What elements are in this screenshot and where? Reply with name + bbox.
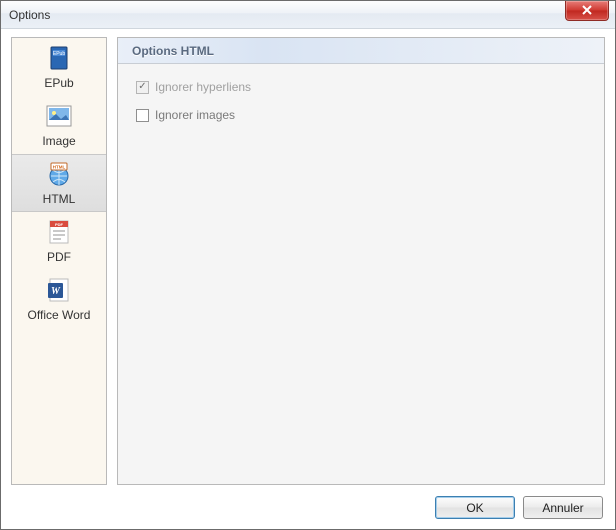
sidebar-item-label: EPub <box>44 76 73 90</box>
main-panel: Options HTML ✓ Ignorer hyperliens Ignore… <box>117 37 605 485</box>
svg-text:EPub: EPub <box>53 51 65 57</box>
options-body: ✓ Ignorer hyperliens Ignorer images <box>118 64 604 152</box>
sidebar-item-epub[interactable]: EPub EPub <box>12 38 106 96</box>
sidebar-item-word[interactable]: W Office Word <box>12 270 106 328</box>
ok-button[interactable]: OK <box>435 496 515 519</box>
sidebar-item-label: HTML <box>43 192 76 206</box>
option-label: Ignorer hyperliens <box>155 80 251 94</box>
html-icon: HTML <box>45 160 73 188</box>
sidebar-item-label: PDF <box>47 250 71 264</box>
content-area: EPub EPub Image HTML HTML PDF <box>11 37 605 485</box>
options-dialog: Options EPub EPub Image <box>0 0 616 530</box>
close-icon <box>581 4 593 18</box>
button-label: OK <box>466 501 483 515</box>
pdf-icon: PDF <box>45 218 73 246</box>
sidebar: EPub EPub Image HTML HTML PDF <box>11 37 107 485</box>
sidebar-item-image[interactable]: Image <box>12 96 106 154</box>
titlebar: Options <box>1 1 615 29</box>
footer-buttons: OK Annuler <box>435 496 603 519</box>
sidebar-item-pdf[interactable]: PDF PDF <box>12 212 106 270</box>
word-icon: W <box>45 276 73 304</box>
sidebar-item-label: Image <box>42 134 75 148</box>
svg-text:PDF: PDF <box>55 222 64 227</box>
option-ignore-images[interactable]: Ignorer images <box>136 108 586 122</box>
svg-text:W: W <box>51 286 61 297</box>
option-ignore-hyperlinks: ✓ Ignorer hyperliens <box>136 80 586 94</box>
image-icon <box>45 102 73 130</box>
window-title: Options <box>9 8 50 22</box>
epub-icon: EPub <box>45 44 73 72</box>
sidebar-item-html[interactable]: HTML HTML <box>12 154 106 212</box>
close-button[interactable] <box>565 1 609 21</box>
sidebar-item-label: Office Word <box>28 308 91 322</box>
checkbox-ignore-hyperlinks: ✓ <box>136 81 149 94</box>
svg-text:HTML: HTML <box>53 165 66 170</box>
checkbox-ignore-images[interactable] <box>136 109 149 122</box>
option-label: Ignorer images <box>155 108 235 122</box>
button-label: Annuler <box>542 501 583 515</box>
panel-title: Options HTML <box>118 38 604 64</box>
cancel-button[interactable]: Annuler <box>523 496 603 519</box>
